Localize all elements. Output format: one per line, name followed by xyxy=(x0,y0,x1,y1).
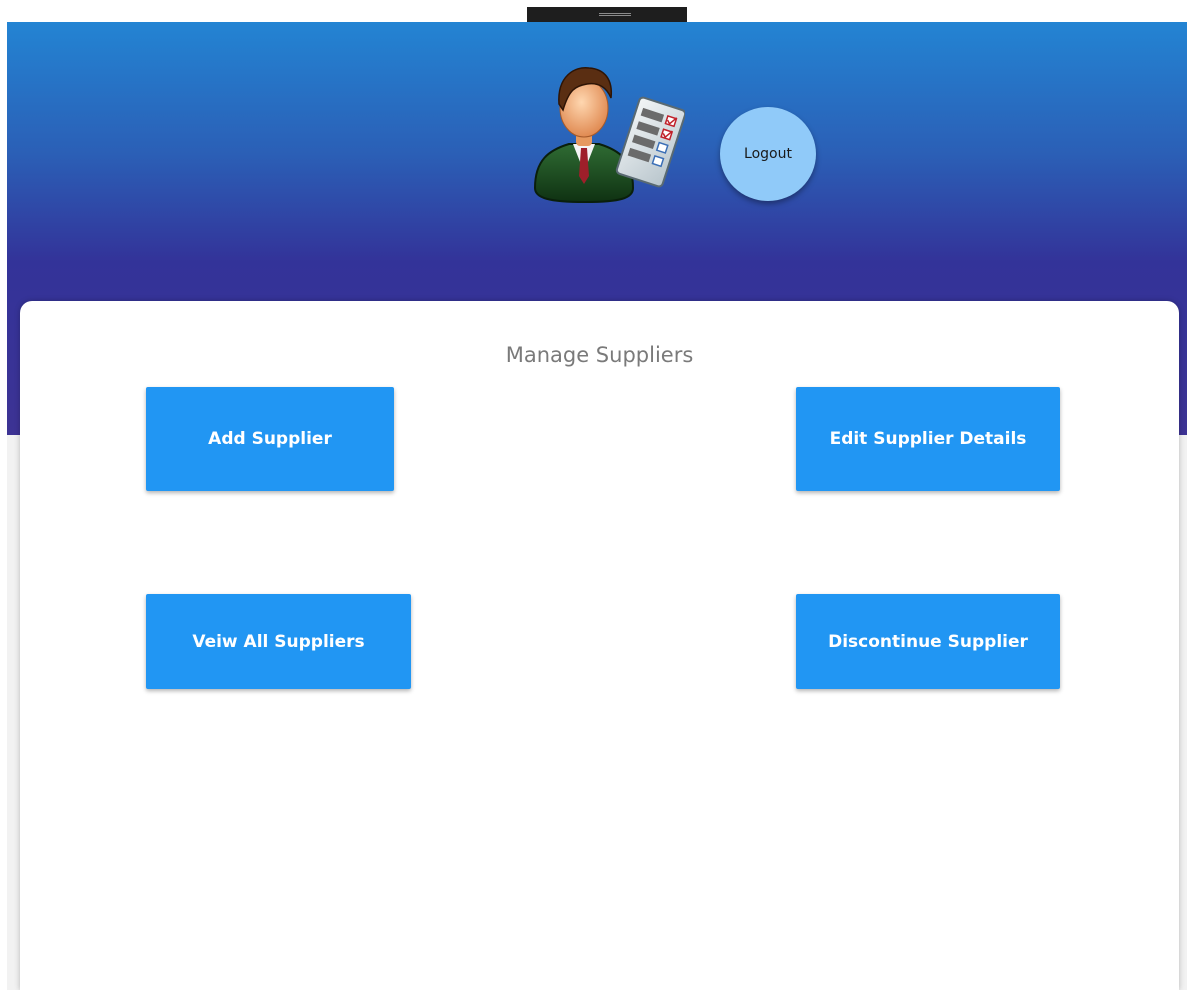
page-title: Manage Suppliers xyxy=(505,343,694,367)
discontinue-supplier-button[interactable]: Discontinue Supplier xyxy=(796,594,1060,689)
add-supplier-button[interactable]: Add Supplier xyxy=(146,387,394,491)
grip-icon xyxy=(599,13,631,16)
view-all-suppliers-button[interactable]: Veiw All Suppliers xyxy=(146,594,411,689)
manage-suppliers-card: Manage Suppliers Add Supplier Edit Suppl… xyxy=(20,301,1179,990)
logout-button[interactable]: Logout xyxy=(720,107,816,201)
window-drag-handle[interactable] xyxy=(527,7,687,22)
app-window: Logout Manage Suppliers Add Supplier Edi… xyxy=(7,22,1187,990)
manager-avatar-icon xyxy=(533,67,685,204)
edit-supplier-details-button[interactable]: Edit Supplier Details xyxy=(796,387,1060,491)
